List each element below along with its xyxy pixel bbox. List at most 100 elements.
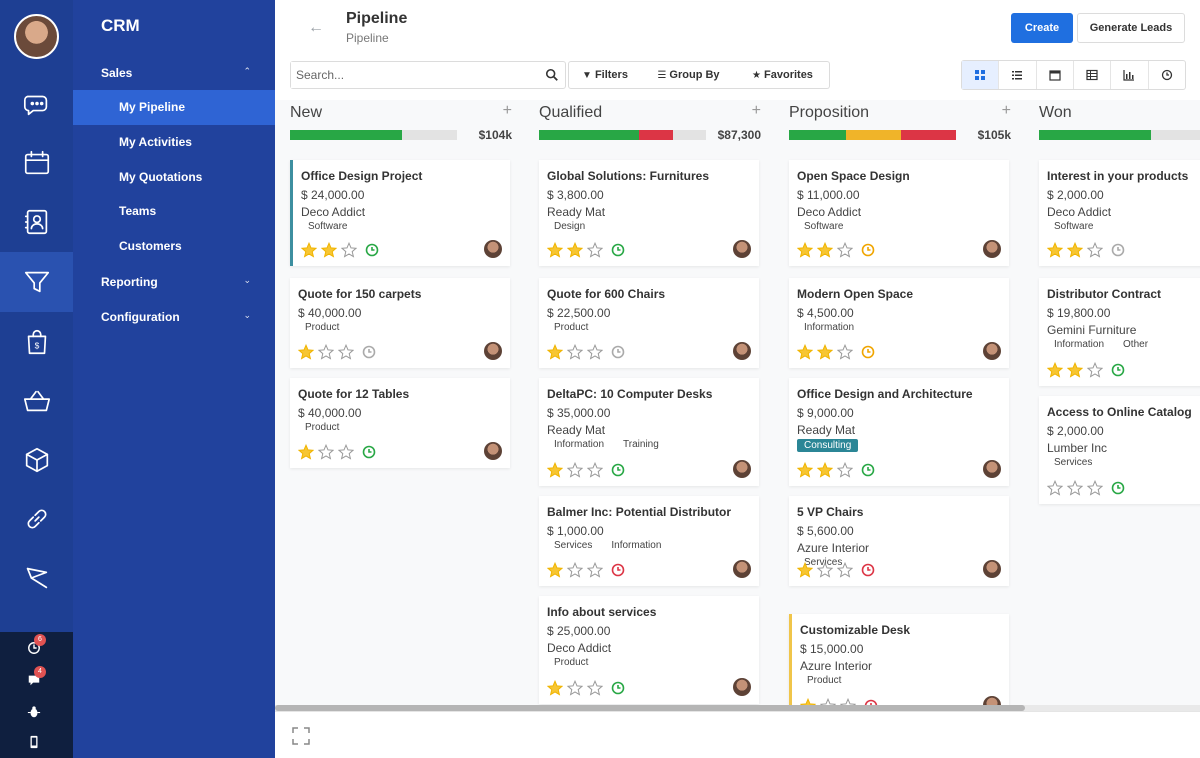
star-empty-icon[interactable] xyxy=(318,444,334,460)
salesperson-avatar[interactable] xyxy=(983,460,1001,478)
discuss-icon[interactable] xyxy=(0,75,73,133)
menu-item-my-pipeline[interactable]: My Pipeline xyxy=(73,90,275,125)
salesperson-avatar[interactable] xyxy=(484,240,502,258)
menu-item-my-activities[interactable]: My Activities xyxy=(73,125,275,160)
star-filled-icon[interactable] xyxy=(298,444,314,460)
messages-icon[interactable]: 4 xyxy=(26,672,42,688)
kanban-card[interactable]: Distributor Contract$ 19,800.00Gemini Fu… xyxy=(1039,278,1200,386)
salesperson-avatar[interactable] xyxy=(983,560,1001,578)
star-empty-icon[interactable] xyxy=(1087,242,1103,258)
salesperson-avatar[interactable] xyxy=(733,460,751,478)
activity-clock-icon[interactable] xyxy=(611,681,625,695)
filters-button[interactable]: ▼Filters xyxy=(568,61,642,89)
activity-clock-icon[interactable] xyxy=(861,345,875,359)
back-arrow-icon[interactable]: ← xyxy=(308,19,324,37)
crm-funnel-icon[interactable] xyxy=(0,252,73,312)
salesperson-avatar[interactable] xyxy=(484,442,502,460)
pos-basket-icon[interactable] xyxy=(0,372,73,430)
kanban-card[interactable]: 5 VP Chairs$ 5,600.00Azure InteriorServi… xyxy=(789,496,1009,586)
salesperson-avatar[interactable] xyxy=(733,342,751,360)
star-empty-icon[interactable] xyxy=(837,242,853,258)
star-filled-icon[interactable] xyxy=(298,344,314,360)
tools-icon[interactable] xyxy=(0,549,73,607)
menu-section-configuration[interactable]: Configuration ⌄ xyxy=(101,310,251,324)
menu-item-my-quotations[interactable]: My Quotations xyxy=(73,160,275,195)
kanban-card[interactable]: Office Design and Architecture$ 9,000.00… xyxy=(789,378,1009,486)
kanban-view-icon[interactable] xyxy=(962,61,999,89)
progress-segment[interactable] xyxy=(1039,130,1151,140)
progress-segment[interactable] xyxy=(539,130,639,140)
star-filled-icon[interactable] xyxy=(817,462,833,478)
star-filled-icon[interactable] xyxy=(547,562,563,578)
star-empty-icon[interactable] xyxy=(1047,480,1063,496)
calendar-view-icon[interactable] xyxy=(1037,61,1074,89)
kanban-card[interactable]: Quote for 12 Tables$ 40,000.00Product xyxy=(290,378,510,468)
link-icon[interactable] xyxy=(0,490,73,548)
star-filled-icon[interactable] xyxy=(1067,362,1083,378)
kanban-card[interactable]: Office Design Project$ 24,000.00Deco Add… xyxy=(290,160,510,266)
kanban-card[interactable]: Quote for 150 carpets$ 40,000.00Product xyxy=(290,278,510,368)
salesperson-avatar[interactable] xyxy=(484,342,502,360)
activity-clock-icon[interactable] xyxy=(861,463,875,477)
activity-clock-icon[interactable] xyxy=(611,243,625,257)
star-empty-icon[interactable] xyxy=(837,344,853,360)
user-avatar[interactable] xyxy=(14,14,59,59)
column-progress-bar[interactable] xyxy=(539,130,706,140)
calendar-icon[interactable] xyxy=(0,134,73,192)
progress-segment[interactable] xyxy=(789,130,846,140)
star-filled-icon[interactable] xyxy=(797,242,813,258)
kanban-card[interactable]: Access to Online Catalog$ 2,000.00Lumber… xyxy=(1039,396,1200,504)
contacts-icon[interactable] xyxy=(0,193,73,251)
star-filled-icon[interactable] xyxy=(797,344,813,360)
progress-segment[interactable] xyxy=(901,130,956,140)
kanban-card[interactable]: Balmer Inc: Potential Distributor$ 1,000… xyxy=(539,496,759,586)
star-filled-icon[interactable] xyxy=(567,242,583,258)
column-progress-bar[interactable] xyxy=(789,130,956,140)
activity-clock-icon[interactable] xyxy=(1111,481,1125,495)
star-empty-icon[interactable] xyxy=(338,444,354,460)
star-empty-icon[interactable] xyxy=(587,462,603,478)
star-empty-icon[interactable] xyxy=(587,344,603,360)
activity-clock-icon[interactable] xyxy=(362,345,376,359)
star-filled-icon[interactable] xyxy=(547,462,563,478)
salesperson-avatar[interactable] xyxy=(983,342,1001,360)
kanban-card[interactable]: Open Space Design$ 11,000.00Deco AddictS… xyxy=(789,160,1009,266)
star-filled-icon[interactable] xyxy=(797,562,813,578)
star-empty-icon[interactable] xyxy=(567,462,583,478)
star-empty-icon[interactable] xyxy=(587,242,603,258)
kanban-card[interactable]: DeltaPC: 10 Computer Desks$ 35,000.00Rea… xyxy=(539,378,759,486)
kanban-card[interactable]: Modern Open Space$ 4,500.00Information xyxy=(789,278,1009,368)
menu-section-reporting[interactable]: Reporting ⌄ xyxy=(101,275,251,289)
activity-clock-icon[interactable] xyxy=(362,445,376,459)
bug-icon[interactable] xyxy=(26,704,42,720)
star-empty-icon[interactable] xyxy=(837,462,853,478)
salesperson-avatar[interactable] xyxy=(733,560,751,578)
breadcrumb[interactable]: Pipeline xyxy=(346,31,389,45)
star-empty-icon[interactable] xyxy=(587,680,603,696)
star-empty-icon[interactable] xyxy=(567,680,583,696)
star-empty-icon[interactable] xyxy=(587,562,603,578)
activity-clock-icon[interactable] xyxy=(861,243,875,257)
create-button[interactable]: Create xyxy=(1011,13,1073,43)
list-view-icon[interactable] xyxy=(999,61,1036,89)
activity-clock-icon[interactable] xyxy=(861,563,875,577)
activity-clock-icon[interactable] xyxy=(611,463,625,477)
search-input[interactable] xyxy=(291,62,531,88)
activity-clock-icon[interactable] xyxy=(365,243,379,257)
progress-segment[interactable] xyxy=(290,130,402,140)
kanban-card[interactable]: Global Solutions: Furnitures$ 3,800.00Re… xyxy=(539,160,759,266)
column-progress-bar[interactable] xyxy=(1039,130,1200,140)
star-filled-icon[interactable] xyxy=(321,242,337,258)
pivot-view-icon[interactable] xyxy=(1074,61,1111,89)
graph-view-icon[interactable] xyxy=(1111,61,1148,89)
activity-clock-icon[interactable] xyxy=(1111,243,1125,257)
star-empty-icon[interactable] xyxy=(837,562,853,578)
kanban-card[interactable]: Quote for 600 Chairs$ 22,500.00Product xyxy=(539,278,759,368)
inventory-box-icon[interactable] xyxy=(0,431,73,489)
star-filled-icon[interactable] xyxy=(1067,242,1083,258)
menu-item-teams[interactable]: Teams xyxy=(73,194,275,229)
star-filled-icon[interactable] xyxy=(817,344,833,360)
star-empty-icon[interactable] xyxy=(338,344,354,360)
star-filled-icon[interactable] xyxy=(547,680,563,696)
star-empty-icon[interactable] xyxy=(567,344,583,360)
